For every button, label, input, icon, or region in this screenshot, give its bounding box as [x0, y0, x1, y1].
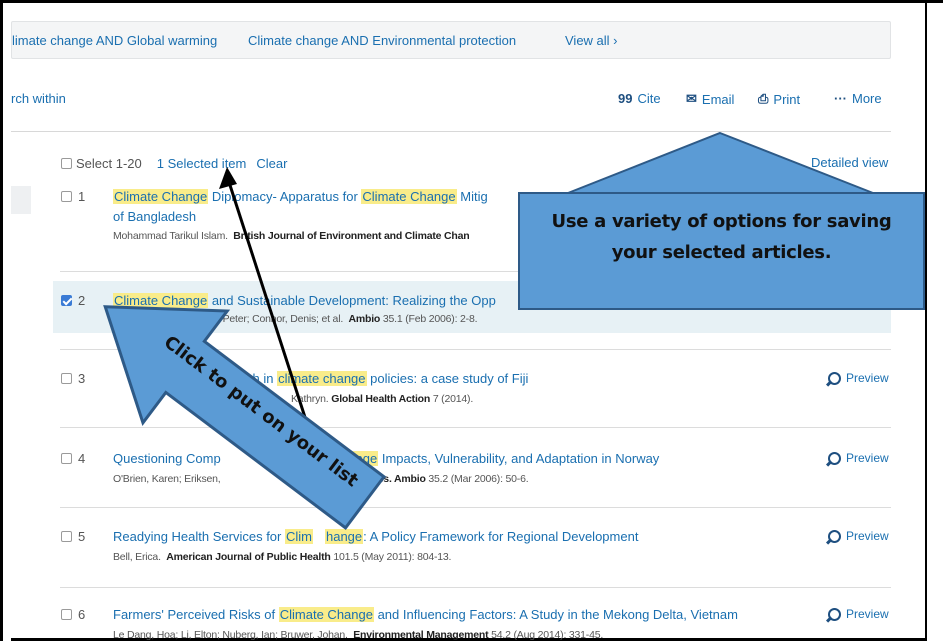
callout-text: Use a variety of options for saving your… — [518, 206, 925, 268]
pointer-arrowhead — [219, 167, 237, 189]
callout-line-1: Use a variety of options for saving — [551, 211, 892, 232]
callout-line-2: your selected articles. — [611, 242, 832, 263]
annotation-overlay — [103, 131, 874, 530]
window-frame-edge — [925, 3, 943, 641]
